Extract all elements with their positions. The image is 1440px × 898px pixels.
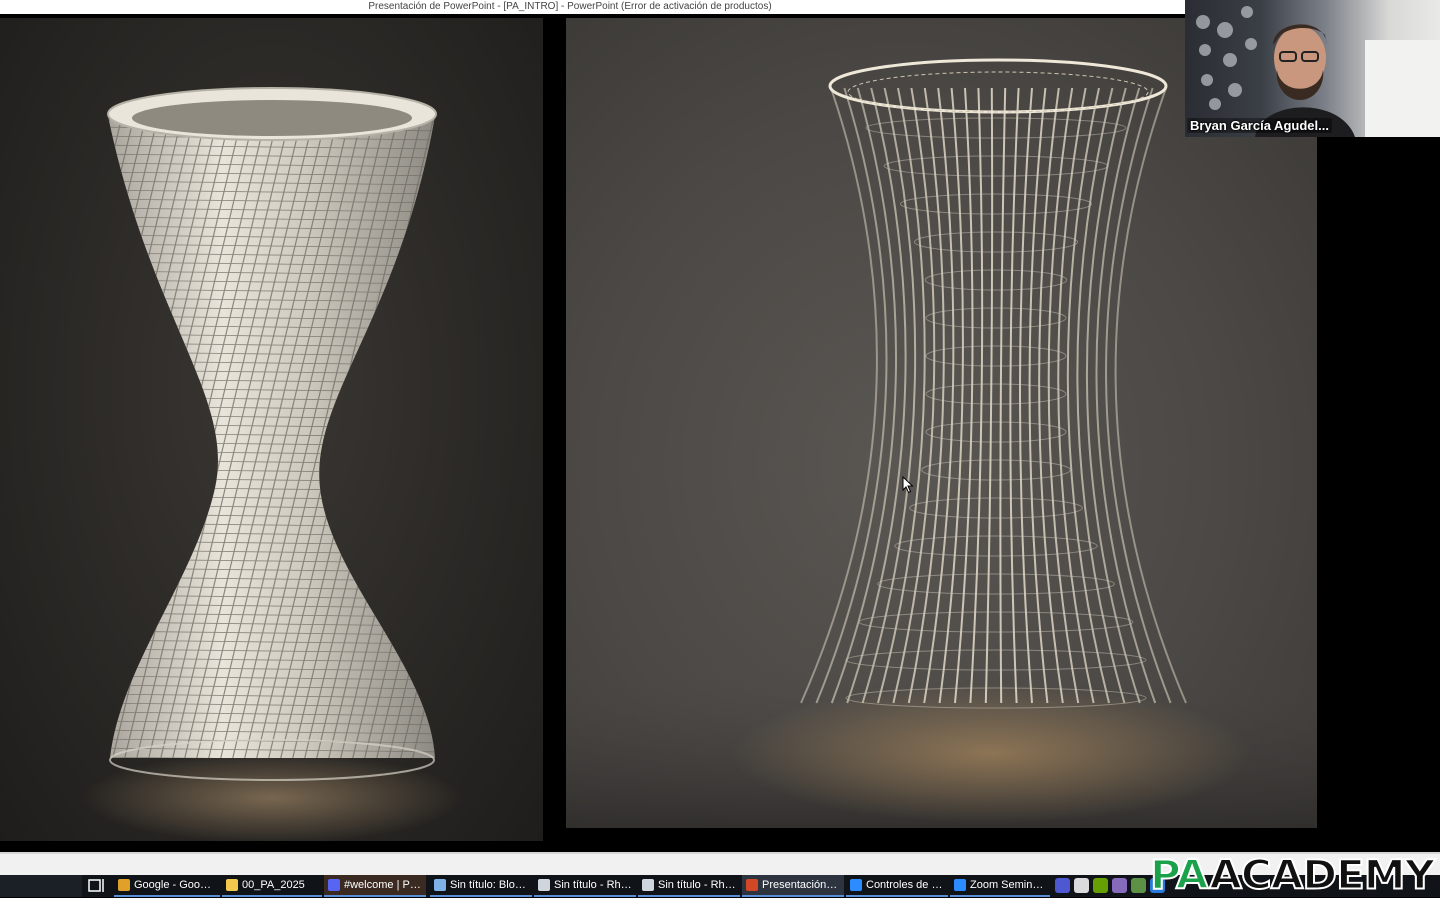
task-view-icon[interactable] bbox=[86, 877, 106, 895]
folder-icon bbox=[226, 879, 238, 891]
slide-image-right bbox=[566, 18, 1317, 828]
discord-tray-icon[interactable] bbox=[1055, 878, 1070, 893]
slide-image-left bbox=[0, 18, 543, 841]
mouse-cursor-icon bbox=[902, 476, 914, 494]
taskbar-item-label: Controles de re... bbox=[866, 879, 944, 891]
taskbar-item[interactable]: Presentación d... bbox=[742, 875, 844, 897]
discord-icon bbox=[328, 879, 340, 891]
notepad-icon bbox=[434, 879, 446, 891]
powerpoint-icon bbox=[746, 879, 758, 891]
taskbar-item[interactable]: Controles de re... bbox=[846, 875, 948, 897]
slide-stage bbox=[0, 14, 1440, 852]
taskbar-item-label: 00_PA_2025 bbox=[242, 879, 305, 891]
taskbar-item[interactable]: Sin título: Bloc ... bbox=[430, 875, 532, 897]
logo-pa-text: PA bbox=[1149, 851, 1209, 898]
google-tray-icon[interactable] bbox=[1074, 878, 1089, 893]
zoom-icon bbox=[954, 879, 966, 891]
logo-academy-text: ACADEMY bbox=[1208, 851, 1436, 898]
taskbar-item[interactable]: Zoom Seminari... bbox=[950, 875, 1050, 897]
zoom-icon bbox=[850, 879, 862, 891]
rhino-icon bbox=[538, 879, 550, 891]
taskbar-item[interactable]: 00_PA_2025 bbox=[222, 875, 322, 897]
participant-name: Bryan García Agudel... bbox=[1187, 118, 1332, 133]
app-tray-icon[interactable] bbox=[1131, 878, 1146, 893]
taskbar-item[interactable]: Sin título - Rhi... bbox=[638, 875, 740, 897]
taskbar-item-label: Google - Googl... bbox=[134, 879, 216, 891]
window-title: Presentación de PowerPoint - [PA_INTRO] … bbox=[368, 1, 772, 12]
taskbar-item-label: Presentación d... bbox=[762, 879, 840, 891]
taskbar-item-label: Zoom Seminari... bbox=[970, 879, 1046, 891]
taskbar-item-label: #welcome | Par... bbox=[344, 879, 422, 891]
chrome-icon bbox=[118, 879, 130, 891]
system-tray bbox=[1055, 878, 1165, 893]
pen-tray-icon[interactable] bbox=[1112, 878, 1127, 893]
slide-margin bbox=[1317, 14, 1440, 852]
taskbar-item-label: Sin título: Bloc ... bbox=[450, 879, 528, 891]
rhino-icon bbox=[642, 879, 654, 891]
taskbar-item[interactable]: Sin título - Rhi... bbox=[534, 875, 636, 897]
nvidia-tray-icon[interactable] bbox=[1093, 878, 1108, 893]
participant-video-feed bbox=[1196, 6, 1440, 137]
taskbar-item[interactable]: Google - Googl... bbox=[114, 875, 220, 897]
taskbar-item-label: Sin título - Rhi... bbox=[554, 879, 632, 891]
pa-academy-logo: PA ACADEMY bbox=[1149, 851, 1436, 898]
taskbar-search-area[interactable] bbox=[0, 875, 82, 897]
participant-video-tile[interactable]: Bryan García Agudel... bbox=[1185, 0, 1440, 137]
taskbar-item-label: Sin título - Rhi... bbox=[658, 879, 736, 891]
taskbar-item[interactable]: #welcome | Par... bbox=[324, 875, 426, 897]
